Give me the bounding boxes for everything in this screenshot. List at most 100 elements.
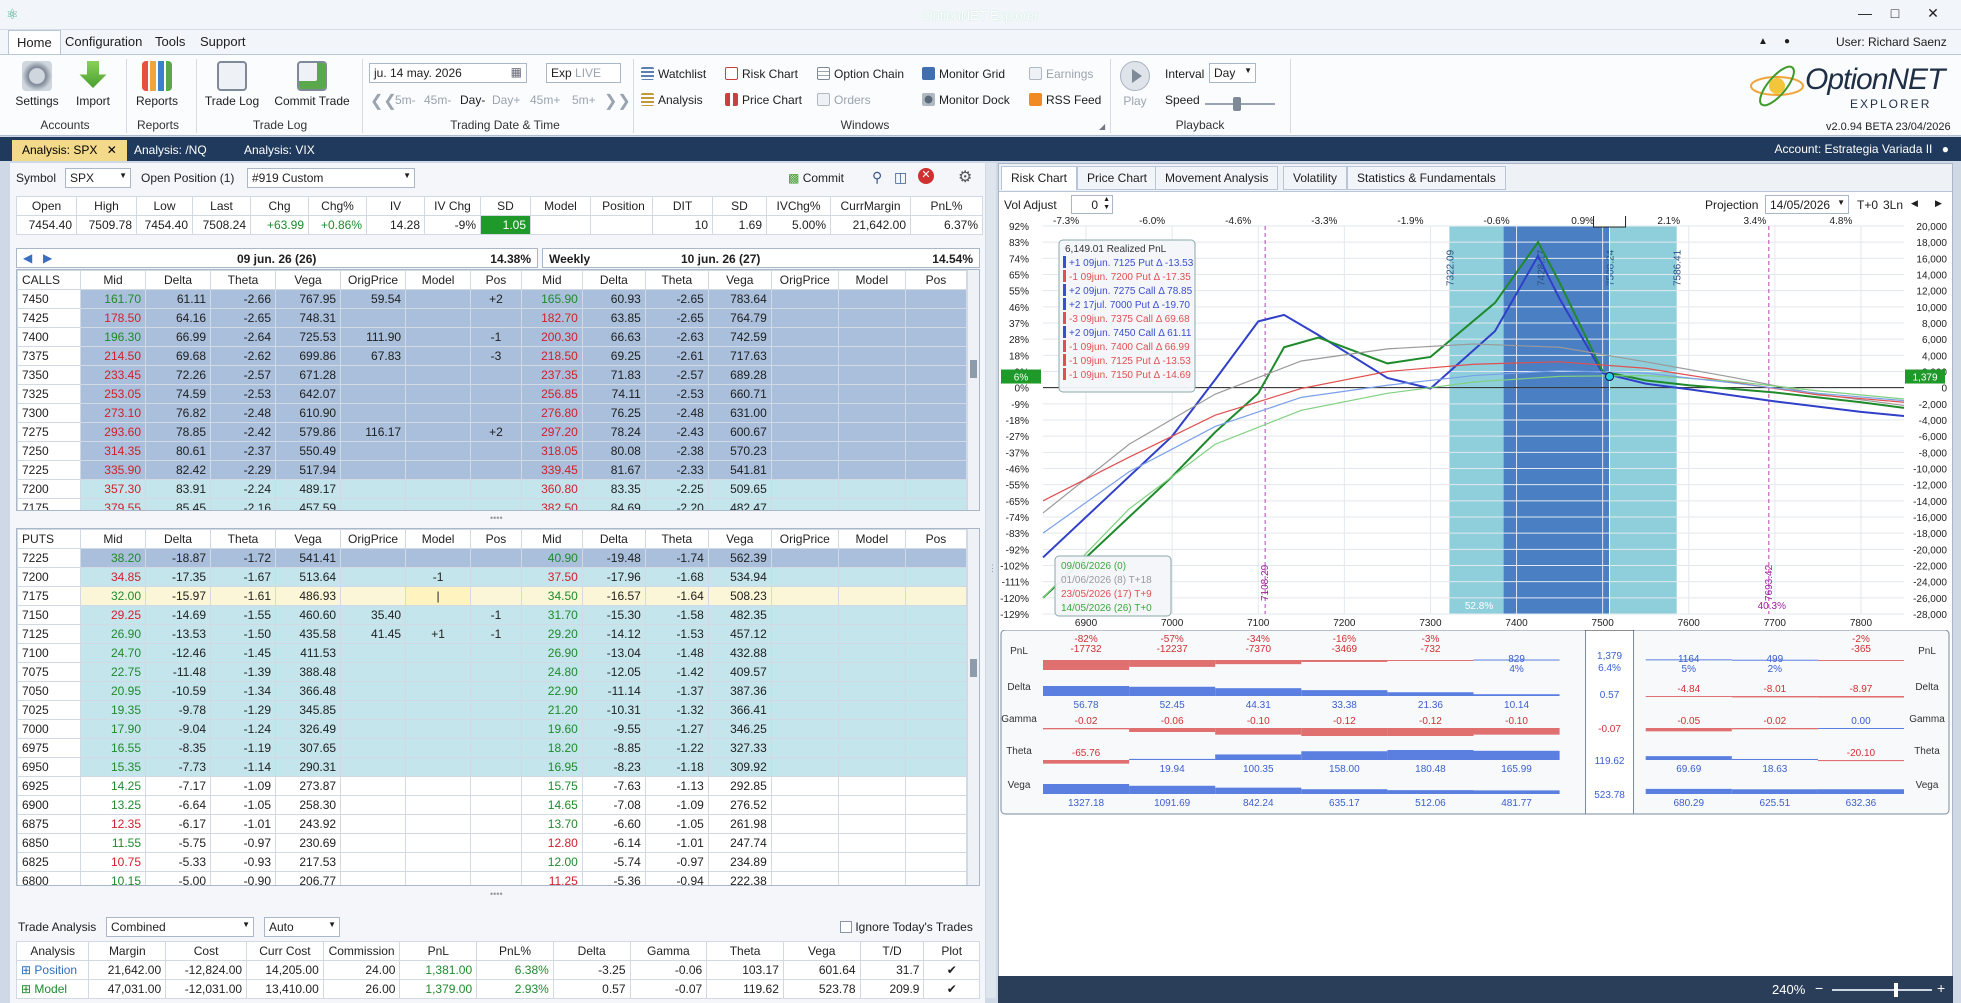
chain-cell[interactable]	[770, 662, 839, 682]
analysis-name[interactable]: ⊞ Model	[17, 979, 90, 998]
chain-cell[interactable]	[904, 871, 968, 885]
chain-cell[interactable]	[770, 422, 839, 442]
windows-launcher-icon[interactable]: ◢	[1099, 122, 1105, 131]
trading-date-input[interactable]: ju. 14 may. 2026 ▦	[369, 63, 527, 83]
copy-icon[interactable]: ◫	[894, 169, 907, 186]
chain-cell[interactable]	[470, 662, 522, 682]
chain-row[interactable]: 7300 273.10 76.82 -2.48 610.90 276.80 76.25 -2.…	[17, 403, 968, 423]
chain-cell[interactable]	[405, 308, 472, 328]
help-icon[interactable]: ●	[1784, 36, 1790, 47]
chain-cell[interactable]	[340, 814, 407, 834]
chain-cell[interactable]	[405, 662, 472, 682]
chain-cell[interactable]	[470, 738, 522, 758]
tab-volatility[interactable]: Volatility	[1283, 166, 1348, 190]
account-status-icon[interactable]: ●	[1942, 142, 1949, 156]
maximize-button[interactable]: □	[1882, 5, 1908, 25]
checkbox-icon[interactable]	[840, 921, 852, 933]
analysis-cell[interactable]: ✔	[923, 960, 979, 980]
chain-cell[interactable]: |	[405, 586, 472, 606]
next-icon[interactable]: ▶	[1935, 198, 1942, 209]
chain-cell[interactable]	[405, 548, 472, 568]
chain-row[interactable]: 7100 24.70 -12.46 -1.45 411.53 26.90 -13.04 -1.…	[17, 643, 968, 663]
ignore-today-checkbox[interactable]: Ignore Today's Trades	[840, 920, 973, 934]
chain-cell[interactable]	[770, 871, 839, 885]
chain-cell[interactable]	[837, 384, 906, 404]
analysis-cell[interactable]: ✔	[923, 979, 979, 998]
chain-cell[interactable]	[405, 422, 472, 442]
orders-button[interactable]: Orders	[817, 93, 871, 107]
chain-cell[interactable]	[770, 327, 839, 347]
step-back-icon[interactable]: ❮❮	[370, 91, 397, 111]
chain-cell[interactable]	[770, 365, 839, 385]
chain-cell[interactable]: 41.45	[340, 624, 407, 644]
chain-cell[interactable]	[904, 441, 968, 461]
splitter-grip[interactable]: ⋮	[988, 563, 997, 574]
chain-cell[interactable]	[837, 814, 906, 834]
puts-scrollbar[interactable]	[967, 529, 979, 885]
chain-cell[interactable]	[470, 365, 522, 385]
chain-cell[interactable]	[904, 700, 968, 720]
chain-row[interactable]: 6975 16.55 -8.35 -1.19 307.65 18.20 -8.85 -1.22…	[17, 738, 968, 758]
chain-cell[interactable]	[405, 441, 472, 461]
chain-cell[interactable]	[405, 795, 472, 815]
chain-cell[interactable]	[837, 460, 906, 480]
chain-cell[interactable]	[904, 422, 968, 442]
analysis-mode-select[interactable]: Combined ▼	[106, 917, 254, 937]
chain-row[interactable]: 7175 32.00 -15.97 -1.61 486.93 | 34.50 -16.57 -1…	[17, 586, 968, 606]
chain-cell[interactable]	[470, 814, 522, 834]
chain-cell[interactable]	[837, 833, 906, 853]
chain-cell[interactable]	[904, 308, 968, 328]
monitor-grid-button[interactable]: Monitor Grid	[922, 67, 1005, 81]
tab-statistics[interactable]: Statistics & Fundamentals	[1347, 166, 1506, 190]
chain-cell[interactable]	[770, 700, 839, 720]
chain-cell[interactable]	[340, 308, 407, 328]
chain-row[interactable]: 7425 178.50 64.16 -2.65 748.31 182.70 63.85 -2.…	[17, 308, 968, 328]
chain-cell[interactable]	[340, 365, 407, 385]
chain-cell[interactable]	[770, 384, 839, 404]
chain-cell[interactable]	[837, 567, 906, 587]
t0-label[interactable]: T+0	[1857, 198, 1878, 212]
chain-cell[interactable]: 116.17	[340, 422, 407, 442]
chain-cell[interactable]: -1	[405, 567, 472, 587]
chain-row[interactable]: 7075 22.75 -11.48 -1.39 388.48 24.80 -12.05 -1.…	[17, 662, 968, 682]
chain-row[interactable]: 6925 14.25 -7.17 -1.09 273.87 15.75 -7.63 -1.13…	[17, 776, 968, 796]
chain-cell[interactable]	[405, 479, 472, 499]
chain-row[interactable]: 7025 19.35 -9.78 -1.29 345.85 21.20 -10.31 -1.3…	[17, 700, 968, 720]
chain-cell[interactable]	[770, 776, 839, 796]
chain-cell[interactable]	[340, 795, 407, 815]
chain-row[interactable]: 7325 253.05 74.59 -2.53 642.07 256.85 74.11 -2.…	[17, 384, 968, 404]
chain-cell[interactable]	[470, 384, 522, 404]
commit-trade-button[interactable]: Commit Trade	[270, 61, 354, 108]
chain-row[interactable]: 7225 335.90 82.42 -2.29 517.94 339.45 81.67 -2.…	[17, 460, 968, 480]
trade-log-button[interactable]: Trade Log	[202, 61, 262, 108]
tab-movement-analysis[interactable]: Movement Analysis	[1155, 166, 1279, 190]
chain-cell[interactable]	[904, 776, 968, 796]
chain-cell[interactable]	[837, 403, 906, 423]
chain-cell[interactable]	[340, 871, 407, 885]
chain-cell[interactable]	[904, 548, 968, 568]
chain-cell[interactable]	[340, 548, 407, 568]
projection-date-input[interactable]: 14/05/2026 ▼	[1765, 195, 1849, 214]
chain-cell[interactable]	[470, 567, 522, 587]
zoom-thumb[interactable]	[1894, 983, 1898, 997]
chain-cell[interactable]	[770, 346, 839, 366]
chain-cell[interactable]	[470, 498, 522, 510]
commit-button[interactable]: ▩ Commit	[788, 171, 844, 185]
chain-cell[interactable]: 59.54	[340, 289, 407, 309]
chain-cell[interactable]	[340, 567, 407, 587]
chain-cell[interactable]	[405, 365, 472, 385]
chain-cell[interactable]	[340, 384, 407, 404]
chain-row[interactable]: 7200 34.85 -17.35 -1.67 513.64 -1 37.50 -17.96-…	[17, 567, 968, 587]
chain-cell[interactable]	[837, 498, 906, 510]
chain-cell[interactable]	[904, 346, 968, 366]
chain-cell[interactable]	[837, 479, 906, 499]
chain-cell[interactable]	[770, 586, 839, 606]
chain-cell[interactable]	[405, 833, 472, 853]
chain-cell[interactable]	[904, 289, 968, 309]
chain-cell[interactable]	[904, 681, 968, 701]
chain-cell[interactable]	[470, 441, 522, 461]
panel-splitter[interactable]: ⋮	[986, 163, 997, 998]
chain-row[interactable]: 7350 233.45 72.26 -2.57 671.28 237.35 71.83 -2.…	[17, 365, 968, 385]
play-button[interactable]: Play	[1116, 61, 1154, 108]
chain-cell[interactable]	[340, 643, 407, 663]
